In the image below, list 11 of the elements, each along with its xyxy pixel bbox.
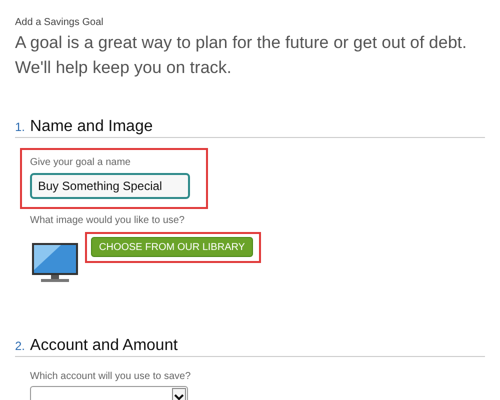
section-number: 1. [15,120,26,134]
goal-name-field[interactable]: Buy Something Special [30,173,190,199]
section-title: Name and Image [30,118,153,136]
page-title: Add a Savings Goal [15,17,104,28]
intro-text: A goal is a great way to plan for the future or get out of debt. We'll help keep you on track. [15,32,468,79]
monitor-icon [31,242,79,284]
section-title: Account and Amount [30,337,178,355]
field-label: Which account will you use to save? [30,371,192,382]
field-label: Give your goal a name [30,157,132,168]
section-number: 2. [15,339,26,353]
field-label: What image would you like to use? [30,215,186,226]
